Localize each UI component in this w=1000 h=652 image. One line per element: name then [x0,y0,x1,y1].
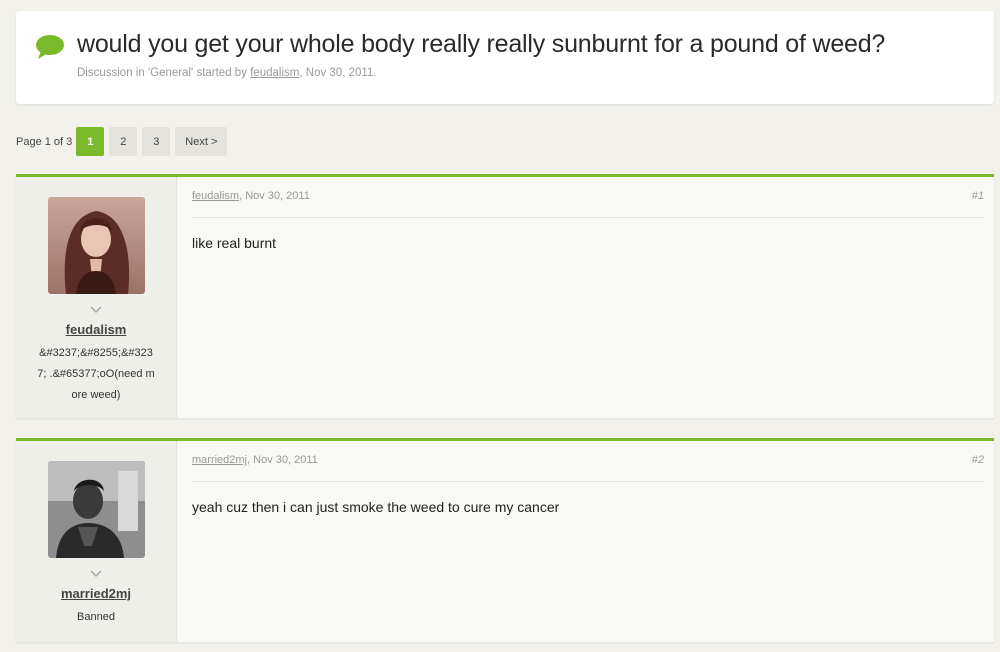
speech-bubble-icon [36,35,64,59]
post-author-link[interactable]: feudalism [192,190,239,202]
thread-meta-date: , Nov 30, 2011. [299,67,377,79]
post-permalink[interactable]: #2 [972,454,984,466]
thread-meta-prefix: Discussion in 'General' started by [77,67,247,79]
thread-meta: Discussion in 'General' started by feuda… [77,67,377,79]
post-header: married2mj, Nov 30, 2011 #2 [192,454,984,482]
username-link[interactable]: married2mj [61,586,131,601]
post-content: married2mj, Nov 30, 2011 #2 yeah cuz the… [177,441,994,642]
page-1-button[interactable]: 1 [76,127,105,156]
page-2-button[interactable]: 2 [109,127,138,156]
post-message: yeah cuz then i can just smoke the weed … [192,499,560,515]
post-user-info: married2mj Banned [16,441,177,642]
chevron-down-icon[interactable] [89,568,103,578]
avatar[interactable] [47,461,145,558]
post-message: like real burnt [192,235,277,251]
username-link[interactable]: feudalism [66,322,127,337]
chevron-down-icon[interactable] [89,304,103,314]
post-permalink[interactable]: #1 [972,190,984,202]
page-navigation: Page 1 of 3 1 2 3 Next > [16,127,232,156]
post-user-info: feudalism &#3237;&#8255;&#3237; .&#65377… [16,177,177,418]
thread-header: would you get your whole body really rea… [16,11,994,104]
post-date[interactable]: , Nov 30, 2011 [239,190,310,202]
next-page-button[interactable]: Next > [175,127,228,156]
post-author-link[interactable]: married2mj [192,454,247,466]
post-date[interactable]: , Nov 30, 2011 [247,454,318,466]
page-title: would you get your whole body really rea… [77,30,886,58]
post-content: feudalism, Nov 30, 2011 #1 like real bur… [177,177,994,418]
page-3-button[interactable]: 3 [142,127,171,156]
avatar[interactable] [47,197,145,294]
user-title: Banned [77,611,115,623]
thread-starter-link[interactable]: feudalism [250,67,299,79]
user-title: &#3237;&#8255;&#3237; .&#65377;oO(need m… [37,347,155,401]
page-label: Page 1 of 3 [16,135,73,148]
post-1: feudalism &#3237;&#8255;&#3237; .&#65377… [16,174,994,418]
post-header: feudalism, Nov 30, 2011 #1 [192,190,984,218]
post-2: married2mj Banned married2mj, Nov 30, 20… [16,438,994,642]
